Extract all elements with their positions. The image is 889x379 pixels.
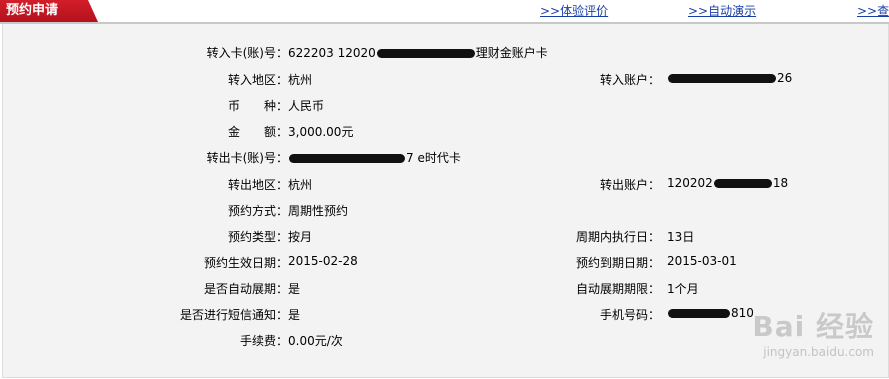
in-region-label: 转入地区： bbox=[227, 73, 288, 87]
extend-period-value: 1个月 bbox=[667, 282, 699, 296]
view-link[interactable]: >>查看 bbox=[857, 2, 889, 19]
auto-extend-value: 是 bbox=[288, 282, 301, 296]
redaction-mask bbox=[289, 154, 405, 163]
in-region-value: 杭州 bbox=[288, 73, 313, 87]
redaction-mask bbox=[668, 309, 730, 318]
phone-label: 手机号码： bbox=[599, 308, 660, 322]
phone-value: 810 bbox=[667, 306, 754, 320]
header-bar: 预约申请 >>体验评价 >>自动演示 >>查看 bbox=[0, 0, 889, 24]
exec-day-value: 13日 bbox=[667, 230, 695, 244]
method-label: 预约方式： bbox=[227, 204, 288, 218]
out-card-suffix: 7 e时代卡 bbox=[406, 151, 461, 165]
currency-label: 币 种： bbox=[227, 99, 288, 113]
out-card-label: 转出卡(账)号： bbox=[206, 151, 288, 165]
out-card-value: 7 e时代卡 bbox=[288, 149, 461, 166]
end-date-value: 2015-03-01 bbox=[667, 254, 737, 268]
exec-day-label: 周期内执行日： bbox=[575, 230, 660, 244]
sms-label: 是否进行短信通知： bbox=[179, 308, 288, 322]
out-account-suffix: 18 bbox=[772, 176, 789, 190]
appointment-details-panel: 转入卡(账)号： 622203 12020 理财金账户卡 转入地区： 杭州 转入账… bbox=[2, 24, 889, 378]
redaction-mask bbox=[713, 179, 772, 188]
page-title-tab: 预约申请 bbox=[0, 0, 98, 22]
type-value: 按月 bbox=[288, 230, 313, 244]
in-card-suffix: 理财金账户卡 bbox=[475, 46, 548, 60]
out-account-prefix: 120202 bbox=[667, 176, 713, 190]
redaction-mask bbox=[376, 49, 475, 58]
auto-extend-label: 是否自动展期： bbox=[203, 282, 288, 296]
fee-value: 0.00元/次 bbox=[288, 334, 343, 348]
type-label: 预约类型： bbox=[227, 230, 288, 244]
in-card-label: 转入卡(账)号： bbox=[206, 46, 288, 60]
out-region-label: 转出地区： bbox=[227, 178, 288, 192]
experience-review-link[interactable]: >>体验评价 bbox=[540, 2, 608, 19]
currency-value: 人民币 bbox=[288, 99, 325, 113]
phone-suffix: 810 bbox=[731, 306, 754, 320]
in-card-prefix: 622203 12020 bbox=[288, 46, 376, 60]
auto-demo-link[interactable]: >>自动演示 bbox=[688, 2, 756, 19]
method-value: 周期性预约 bbox=[288, 204, 349, 218]
fee-label: 手续费： bbox=[239, 334, 288, 348]
end-date-label: 预约到期日期： bbox=[575, 256, 660, 270]
in-account-label: 转入账户： bbox=[599, 73, 660, 87]
out-account-label: 转出账户： bbox=[599, 178, 660, 192]
extend-period-label: 自动展期期限： bbox=[575, 282, 660, 296]
in-card-value: 622203 12020 理财金账户卡 bbox=[288, 44, 548, 61]
amount-value: 3,000.00元 bbox=[288, 125, 354, 139]
out-account-value: 120202 18 bbox=[667, 176, 788, 190]
watermark-url: jingyan.baidu.com bbox=[763, 345, 874, 359]
baidu-jingyan-watermark: Bai 经验 jingyan.baidu.com bbox=[752, 305, 874, 359]
out-region-value: 杭州 bbox=[288, 178, 313, 192]
start-date-label: 预约生效日期： bbox=[203, 256, 288, 270]
redaction-mask bbox=[668, 74, 776, 83]
watermark-brand: Bai 经验 bbox=[752, 310, 874, 343]
in-account-suffix: 26 bbox=[777, 71, 793, 85]
start-date-value: 2015-02-28 bbox=[288, 254, 358, 268]
sms-value: 是 bbox=[288, 308, 301, 322]
amount-label: 金 额： bbox=[227, 125, 288, 139]
in-account-value: 26 bbox=[667, 71, 792, 85]
